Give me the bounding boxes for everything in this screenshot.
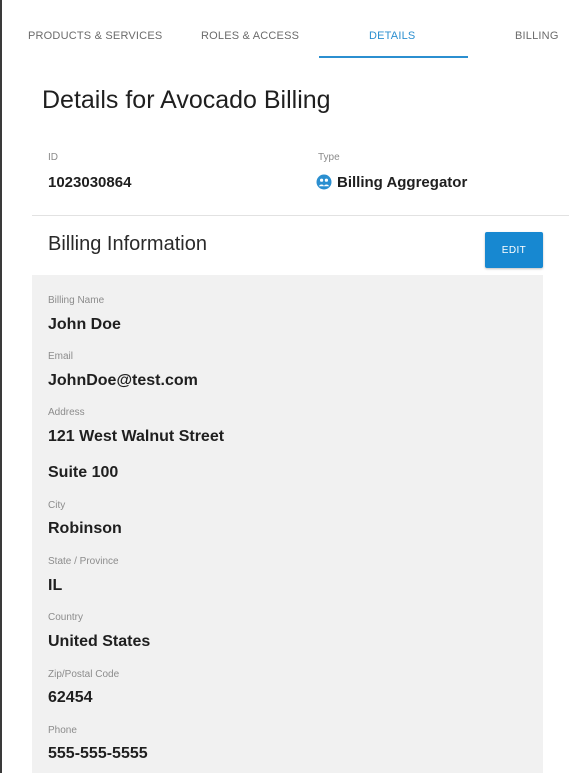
type-label: Type [318,152,340,163]
tab-details[interactable]: DETAILS [369,30,415,42]
edit-button[interactable]: EDIT [485,232,543,268]
city-value: Robinson [48,520,122,537]
zip-value: 62454 [48,689,93,706]
state-value: IL [48,577,63,594]
state-label: State / Province [48,556,119,567]
tab-billing[interactable]: BILLING [515,30,559,42]
billing-aggregator-icon [316,174,332,190]
country-label: Country [48,612,84,623]
billing-name-value: John Doe [48,316,121,333]
city-label: City [48,500,66,511]
tab-roles-access[interactable]: ROLES & ACCESS [201,30,299,42]
phone-label: Phone [48,725,77,736]
active-tab-indicator [319,56,468,58]
phone-value: 555-555-5555 [48,745,148,762]
tab-bar: PRODUCTS & SERVICES ROLES & ACCESS DETAI… [2,0,569,60]
page-title: Details for Avocado Billing [42,86,331,114]
email-value: JohnDoe@test.com [48,372,198,389]
app-frame: PRODUCTS & SERVICES ROLES & ACCESS DETAI… [0,0,569,773]
country-value: United States [48,633,151,650]
billing-name-label: Billing Name [48,295,105,306]
address-line2-value: Suite 100 [48,464,119,481]
type-value: Billing Aggregator [337,174,468,191]
id-label: ID [48,152,58,163]
address-label: Address [48,407,85,418]
email-label: Email [48,351,74,362]
billing-section-title: Billing Information [48,233,207,255]
tab-products-services[interactable]: PRODUCTS & SERVICES [28,30,162,42]
address-line1-value: 121 West Walnut Street [48,428,225,445]
id-value: 1023030864 [48,174,132,191]
zip-label: Zip/Postal Code [48,669,120,680]
divider [32,215,569,216]
